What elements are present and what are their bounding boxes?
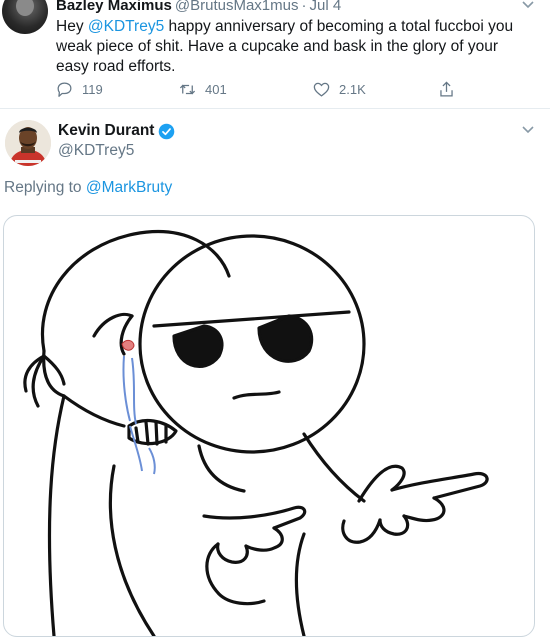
tweet-text: Hey @KDTrey5 happy anniversary of becomi… <box>56 17 526 77</box>
tweet-divider <box>0 108 550 109</box>
tweet-text-start: Hey <box>56 18 88 35</box>
share-button[interactable] <box>437 80 464 99</box>
retweet-button[interactable]: 401 <box>178 80 227 99</box>
tweet-media-image[interactable] <box>3 215 535 637</box>
tweet-bazley[interactable]: Bazley Maximus @BrutusMax1mus · Jul 4 Hey @… <box>0 0 550 108</box>
meme-drawing <box>23 229 489 636</box>
share-icon <box>440 81 453 97</box>
avatar-kevin-durant[interactable] <box>5 120 51 166</box>
reply-count: 119 <box>82 82 103 97</box>
reply-icon <box>57 82 72 97</box>
replying-to-line: Replying to @MarkBruty <box>4 179 172 197</box>
action-bar: 119 401 2.1K <box>55 80 475 102</box>
display-name[interactable]: Bazley Maximus <box>56 0 172 14</box>
replying-to-link[interactable]: @MarkBruty <box>86 179 172 196</box>
display-name-kevin-durant[interactable]: Kevin Durant <box>58 122 175 140</box>
retweet-count: 401 <box>205 82 227 97</box>
verified-badge-icon <box>159 123 175 139</box>
user-handle[interactable]: @BrutusMax1mus <box>175 0 299 14</box>
reply-button[interactable]: 119 <box>55 80 103 99</box>
chevron-down-icon[interactable] <box>521 0 535 10</box>
chevron-down-icon[interactable] <box>521 125 535 135</box>
mention-link[interactable]: @KDTrey5 <box>88 18 164 35</box>
like-icon <box>313 82 330 97</box>
user-handle-kevin-durant[interactable]: @KDTrey5 <box>58 142 134 160</box>
tweet-header: Bazley Maximus @BrutusMax1mus · Jul 4 <box>56 0 341 14</box>
avatar-bazley[interactable] <box>2 0 48 34</box>
like-count: 2.1K <box>339 82 366 97</box>
display-name[interactable]: Kevin Durant <box>58 122 154 140</box>
replying-prefix: Replying to <box>4 179 86 196</box>
separator: · <box>301 0 307 14</box>
retweet-icon <box>179 84 196 95</box>
tweet-date[interactable]: Jul 4 <box>310 0 342 14</box>
like-button[interactable]: 2.1K <box>312 80 366 99</box>
